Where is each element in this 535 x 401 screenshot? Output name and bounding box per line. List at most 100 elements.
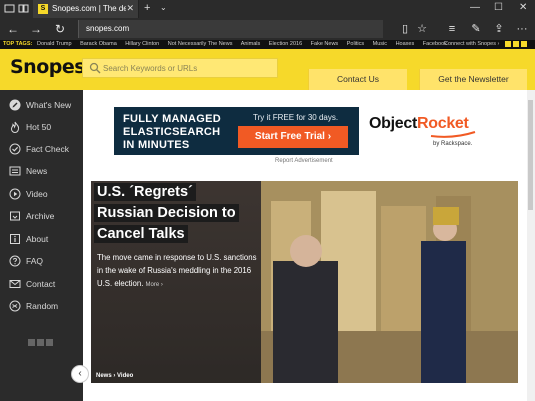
top-tags-label: TOP TAGS:: [3, 41, 33, 47]
top-tags-list: Donald Trump Barack Obama Hillary Clinto…: [37, 41, 454, 47]
featured-description-text: The move came in response to U.S. sancti…: [97, 253, 257, 288]
tab-close-icon[interactable]: ✕: [126, 3, 134, 14]
top-tags-bar: TOP TAGS: Donald Trump Barack Obama Hill…: [0, 40, 535, 49]
sidebar-google-plus-icon[interactable]: [46, 339, 53, 346]
favorite-star-icon[interactable]: ☆: [414, 21, 430, 37]
twitter-icon[interactable]: [513, 41, 519, 47]
sidebar-item-label: Archive: [26, 211, 55, 221]
sidebar-twitter-icon[interactable]: [37, 339, 44, 346]
news-icon: [9, 166, 21, 176]
sidebar-item-label: Random: [26, 301, 59, 311]
featured-story-photo: [261, 181, 518, 383]
sidebar-collapse-button[interactable]: ‹: [71, 365, 89, 383]
sidebar-item-whats-new[interactable]: What's New: [0, 94, 83, 116]
window-minimize-icon[interactable]: —: [470, 2, 480, 13]
sidebar-item-label: Hot 50: [26, 122, 52, 132]
tab-title: Snopes.com | The defini: [52, 4, 126, 13]
logo-text: Snopes: [10, 56, 86, 78]
report-advertisement-link[interactable]: Report Advertisement: [275, 158, 333, 164]
google-plus-icon[interactable]: [521, 41, 527, 47]
share-icon[interactable]: ⇪: [491, 21, 507, 37]
search-icon: [89, 62, 101, 74]
featured-story-description: The move came in response to U.S. sancti…: [97, 251, 257, 292]
window-maximize-icon[interactable]: ☐: [494, 2, 503, 13]
sidebar-item-label: Fact Check: [26, 144, 69, 154]
facebook-icon[interactable]: [505, 41, 511, 47]
tag-link[interactable]: Barack Obama: [80, 41, 117, 47]
window-close-icon[interactable]: ✕: [519, 2, 527, 13]
palace-scene-image: [261, 181, 518, 383]
web-note-icon[interactable]: ✎: [468, 21, 484, 37]
search-box[interactable]: [82, 58, 278, 78]
start-free-trial-button[interactable]: Start Free Trial ›: [238, 126, 348, 148]
sidebar-item-hot-50[interactable]: Hot 50: [0, 116, 83, 138]
featured-headline-line-3[interactable]: Cancel Talks: [94, 225, 188, 243]
tag-link[interactable]: Music: [373, 41, 387, 47]
tag-link[interactable]: Donald Trump: [37, 41, 72, 47]
featured-more-link[interactable]: More ›: [146, 282, 163, 288]
browser-tab-bar: S Snopes.com | The defini ✕ + ⌄ — ☐ ✕: [0, 0, 535, 18]
sidebar-facebook-icon[interactable]: [28, 339, 35, 346]
address-url: snopes.com: [86, 24, 130, 33]
tag-link[interactable]: Animals: [241, 41, 261, 47]
refresh-icon[interactable]: ↻: [52, 21, 68, 37]
info-icon: [10, 234, 20, 244]
more-icon[interactable]: ···: [514, 21, 530, 37]
sidebar-item-label: FAQ: [26, 256, 44, 266]
connect-with-snopes-link[interactable]: Connect with Snopes ›: [444, 41, 499, 47]
question-icon: [9, 255, 21, 267]
browser-tab-active[interactable]: S Snopes.com | The defini ✕: [33, 0, 139, 18]
contact-us-button[interactable]: Contact Us: [308, 69, 407, 90]
sidebar-item-archive[interactable]: Archive: [0, 205, 83, 227]
check-icon: [9, 143, 21, 155]
featured-story[interactable]: U.S. ´Regrets´ Russian Decision to Cance…: [91, 181, 518, 383]
new-tab-icon[interactable]: +: [144, 2, 150, 14]
tag-link[interactable]: Fake News: [311, 41, 339, 47]
pencil-icon: [9, 99, 21, 111]
ad-brand-sub: by Rackspace.: [433, 141, 473, 147]
get-newsletter-button[interactable]: Get the Newsletter: [419, 69, 527, 90]
sidebar-item-label: News: [26, 166, 48, 176]
sidebar-item-news[interactable]: News: [0, 160, 83, 182]
search-input[interactable]: [103, 61, 273, 75]
play-icon: [9, 188, 21, 200]
snopes-favicon-icon: S: [38, 4, 48, 14]
sidebar-item-fact-check[interactable]: Fact Check: [0, 138, 83, 160]
tag-link[interactable]: Politics: [347, 41, 364, 47]
site-header: Snopes Contact Us Get the Newsletter: [0, 49, 535, 90]
hub-icon[interactable]: ≡: [444, 21, 460, 37]
tab-preview-icon[interactable]: [4, 3, 15, 14]
sidebar-item-contact[interactable]: Contact: [0, 273, 83, 295]
forward-arrow-icon[interactable]: →: [28, 21, 44, 37]
reading-view-icon[interactable]: ▯: [397, 21, 413, 37]
back-arrow-icon[interactable]: ←: [5, 21, 21, 37]
sidebar: What's New Hot 50 Fact Check News Video …: [0, 90, 83, 401]
sidebar-item-label: Contact: [26, 279, 56, 289]
sidebar-item-video[interactable]: Video: [0, 183, 83, 205]
sidebar-item-about[interactable]: About: [0, 228, 83, 250]
sidebar-item-random[interactable]: Random: [0, 295, 83, 317]
tab-dropdown-icon[interactable]: ⌄: [160, 3, 167, 12]
ad-line-1: FULLY MANAGED: [123, 113, 222, 125]
rocket-swoosh-icon: [430, 131, 476, 138]
tabs-aside-icon[interactable]: [18, 3, 29, 14]
tag-link[interactable]: Not Necessarily The News: [168, 41, 233, 47]
page-scrollbar-thumb[interactable]: [528, 100, 533, 210]
sidebar-item-label: About: [26, 234, 49, 244]
ad-try-text: Try it FREE for 30 days.: [253, 113, 339, 122]
tag-link[interactable]: Hillary Clinton: [125, 41, 159, 47]
snopes-logo[interactable]: Snopes: [10, 56, 86, 82]
archive-icon: [10, 211, 20, 221]
featured-category-breadcrumb[interactable]: News › Video: [96, 373, 133, 379]
ad-line-3: IN MINUTES: [123, 139, 190, 151]
featured-headline-line-2[interactable]: Russian Decision to: [94, 204, 239, 222]
ad-brand-area: ObjectRocket by Rackspace.: [359, 107, 495, 155]
address-bar[interactable]: snopes.com: [78, 20, 383, 38]
ad-line-2: ELASTICSEARCH: [123, 126, 221, 138]
sidebar-item-faq[interactable]: FAQ: [0, 250, 83, 272]
advertisement-banner[interactable]: FULLY MANAGED ELASTICSEARCH IN MINUTES T…: [114, 107, 495, 155]
mail-icon: [9, 280, 21, 288]
tag-link[interactable]: Election 2016: [269, 41, 302, 47]
tag-link[interactable]: Hoaxes: [396, 41, 415, 47]
featured-headline-line-1[interactable]: U.S. ´Regrets´: [94, 183, 196, 201]
